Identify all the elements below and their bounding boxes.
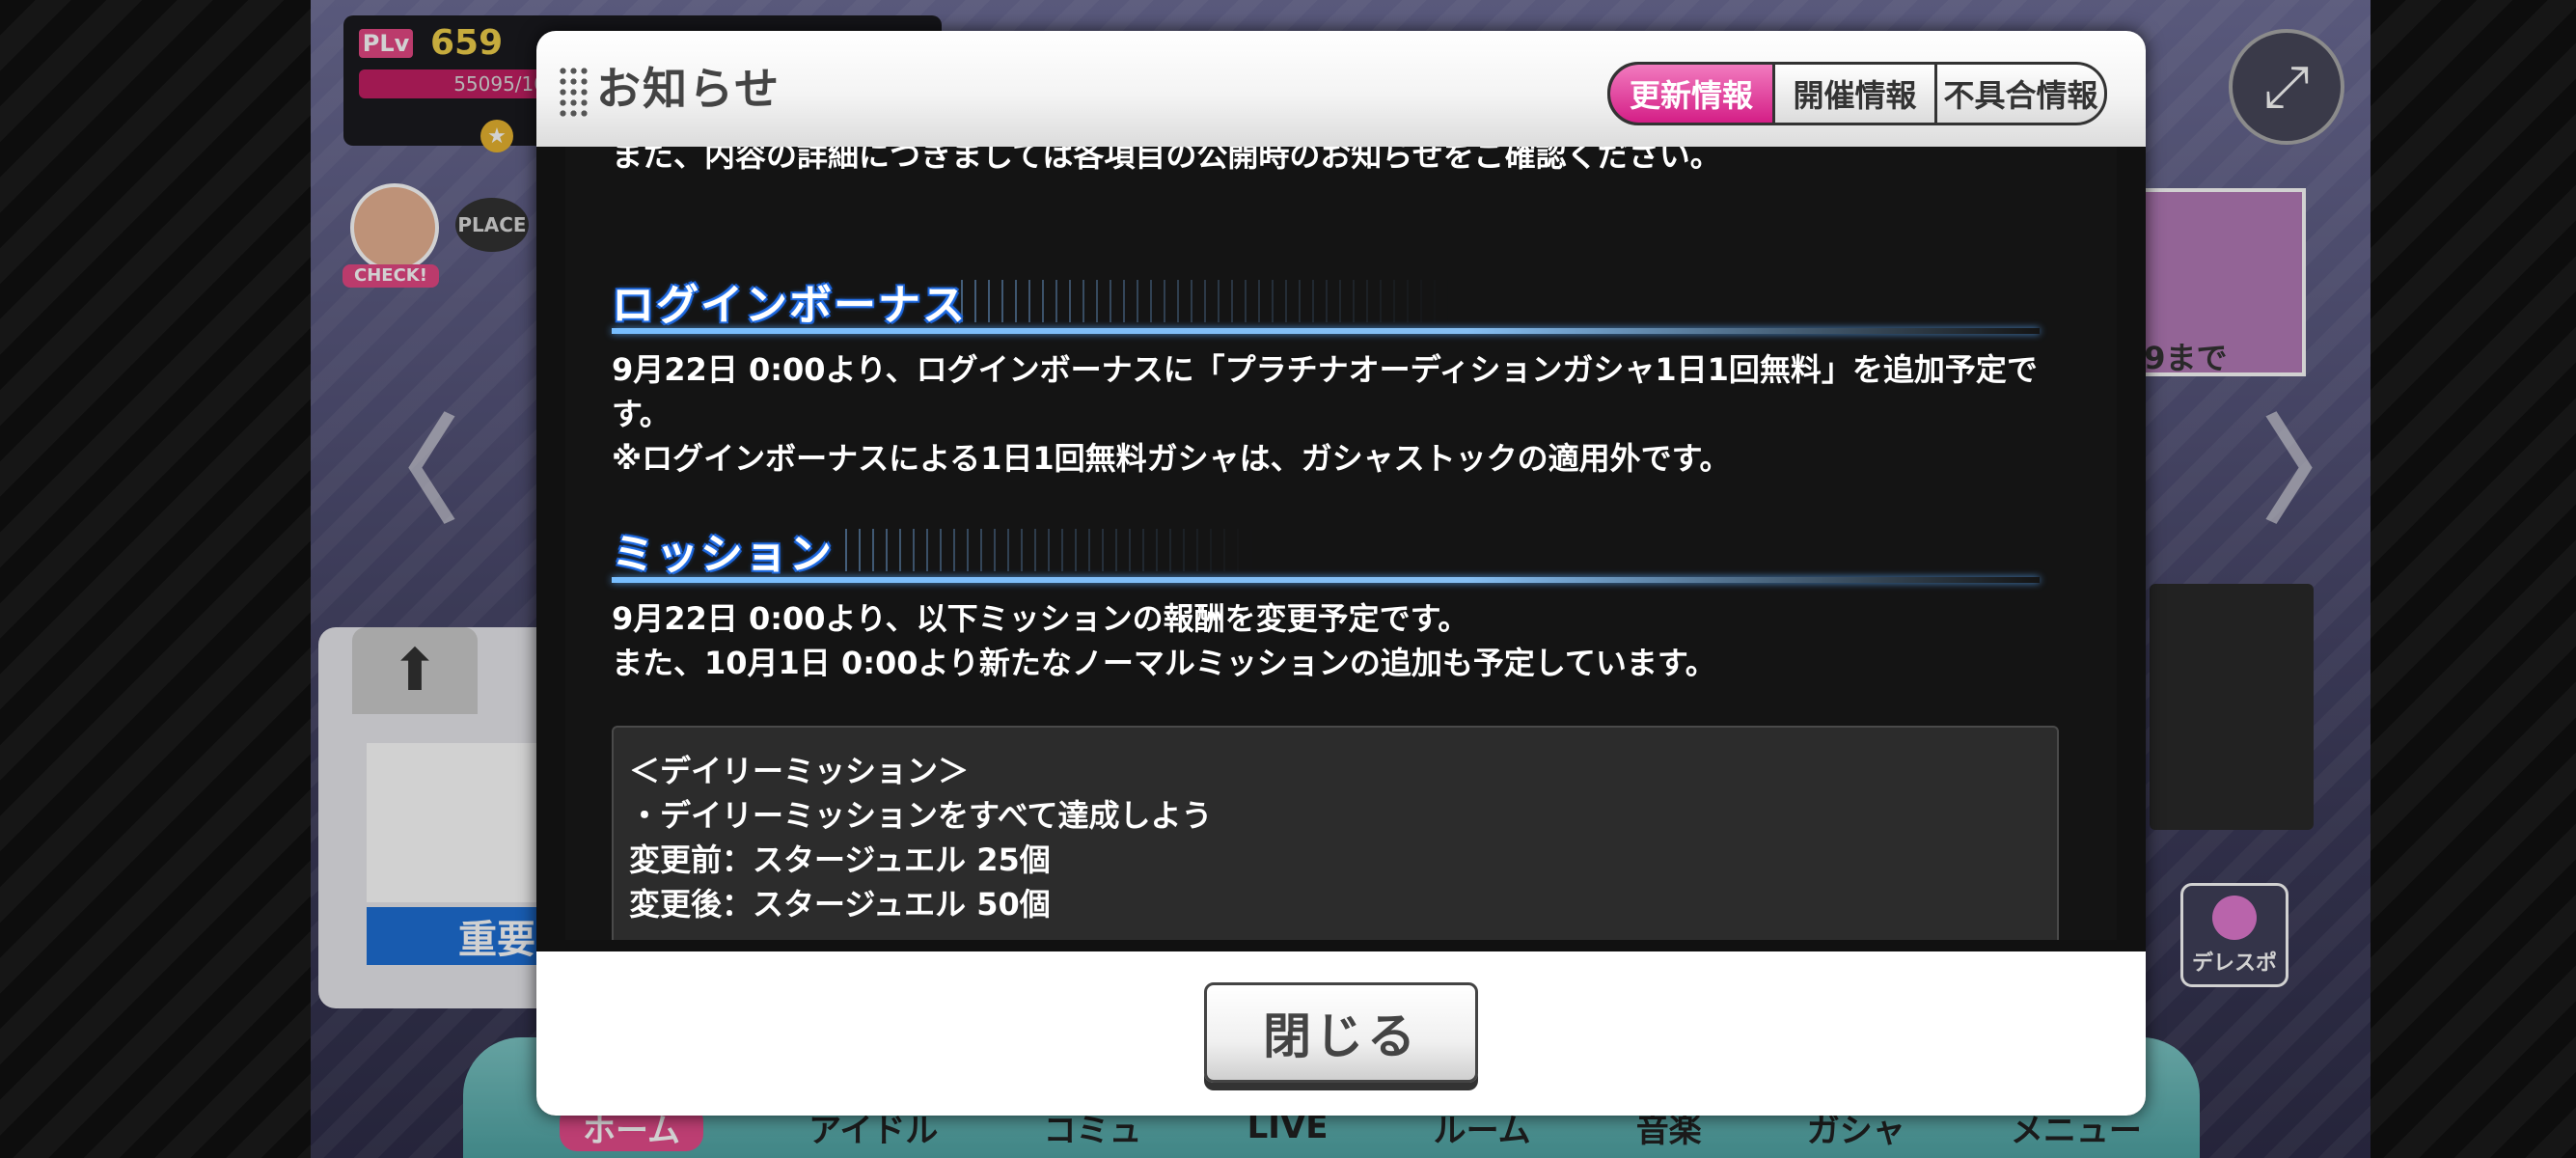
grip-dots-icon [558,66,590,118]
box-line: ＜デイリーミッション＞ [629,753,970,789]
section-title: ミッション [612,530,834,579]
intro-text: また、内容の詳細につきましては各項目の公開時のお知らせをご確認ください。 [612,147,1721,174]
sparkle-decoration [834,529,1258,571]
section-heading-login-bonus: ログインボーナス [612,270,2040,340]
news-tabs: 更新情報 開催情報 不具合情報 [1607,62,2107,125]
tab-update-info[interactable]: 更新情報 [1610,65,1772,123]
news-content-scroll[interactable]: また、内容の詳細につきましては各項目の公開時のお知らせをご確認ください。 ログイ… [565,147,2117,940]
section-text: 9月22日 0:00より、以下ミッションの報酬を変更予定です。 [612,600,1469,637]
section-text: ※ログインボーナスによる1日1回無料ガシャは、ガシャストックの適用外です。 [612,440,1731,477]
box-line: ・デイリーミッションをすべて達成しよう [629,797,1213,834]
section-text: す。 [612,396,671,432]
tab-bug-info[interactable]: 不具合情報 [1934,65,2104,123]
section-rule [612,328,2040,334]
box-line: 変更前：スタージュエル 25個 [629,841,1051,878]
sparkle-decoration [949,280,1451,322]
dialog-header: お知らせ 更新情報 開催情報 不具合情報 [536,31,2146,147]
box-line: 変更後：スタージュエル 50個 [629,886,1051,923]
tab-event-info[interactable]: 開催情報 [1772,65,1934,123]
mission-detail-box: ＜デイリーミッション＞ ・デイリーミッションをすべて達成しよう 変更前：スタージ… [612,726,2059,940]
section-title: ログインボーナス [612,281,967,330]
close-button[interactable]: 閉じる [1204,982,1478,1083]
section-heading-mission: ミッション [612,519,2040,589]
section-rule [612,577,2040,583]
section-text: また、10月1日 0:00より新たなノーマルミッションの追加も予定しています。 [612,645,1716,681]
news-dialog: お知らせ 更新情報 開催情報 不具合情報 また、内容の詳細につきましては各項目の… [536,31,2146,1116]
section-text: 9月22日 0:00より、ログインボーナスに「プラチナオーディションガシャ1日1… [612,351,2038,388]
dialog-footer: 閉じる [536,951,2146,1116]
dialog-title: お知らせ [596,63,781,115]
